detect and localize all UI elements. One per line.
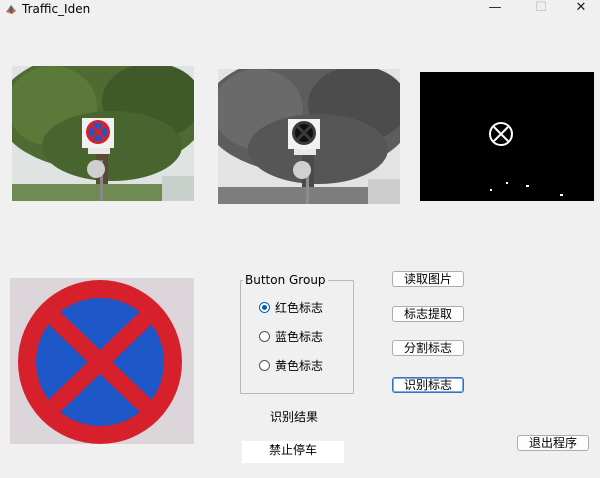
segmented-sign-axes: [10, 278, 194, 444]
maximize-button[interactable]: ☐: [522, 0, 560, 18]
read-image-button[interactable]: 读取图片: [392, 271, 464, 287]
radio-blue-sign[interactable]: 蓝色标志: [259, 328, 323, 344]
grayscale-image-axes: [218, 69, 400, 204]
radio-blue-label: 蓝色标志: [275, 329, 324, 344]
radio-indicator-selected: [259, 301, 270, 313]
title-bar: Traffic_Iden — ☐ ✕: [0, 0, 600, 18]
segment-sign-button[interactable]: 分割标志: [392, 340, 464, 356]
radio-yellow-label: 黄色标志: [275, 358, 324, 373]
original-photo: [12, 66, 194, 201]
result-value: 禁止停车: [242, 441, 344, 463]
binary-mask-axes: [420, 72, 594, 201]
window-title: Traffic_Iden: [22, 2, 91, 16]
radio-red-label: 红色标志: [275, 300, 324, 315]
radio-indicator: [259, 330, 270, 342]
radio-red-sign[interactable]: 红色标志: [259, 299, 323, 315]
button-group-title: Button Group: [243, 273, 328, 287]
result-label: 识别结果: [270, 410, 319, 424]
radio-yellow-sign[interactable]: 黄色标志: [259, 357, 323, 373]
minimize-button[interactable]: —: [476, 0, 514, 18]
grayscale-photo: [218, 69, 400, 204]
original-image-axes: [12, 66, 194, 201]
binary-mask-image: [420, 72, 594, 201]
radio-indicator: [259, 359, 270, 371]
close-button[interactable]: ✕: [562, 0, 600, 18]
matlab-app-icon: [6, 5, 16, 14]
extract-sign-button[interactable]: 标志提取: [392, 306, 464, 322]
exit-button[interactable]: 退出程序: [517, 435, 589, 451]
no-parking-sign: [10, 278, 194, 444]
recognize-sign-button[interactable]: 识别标志: [392, 377, 464, 393]
